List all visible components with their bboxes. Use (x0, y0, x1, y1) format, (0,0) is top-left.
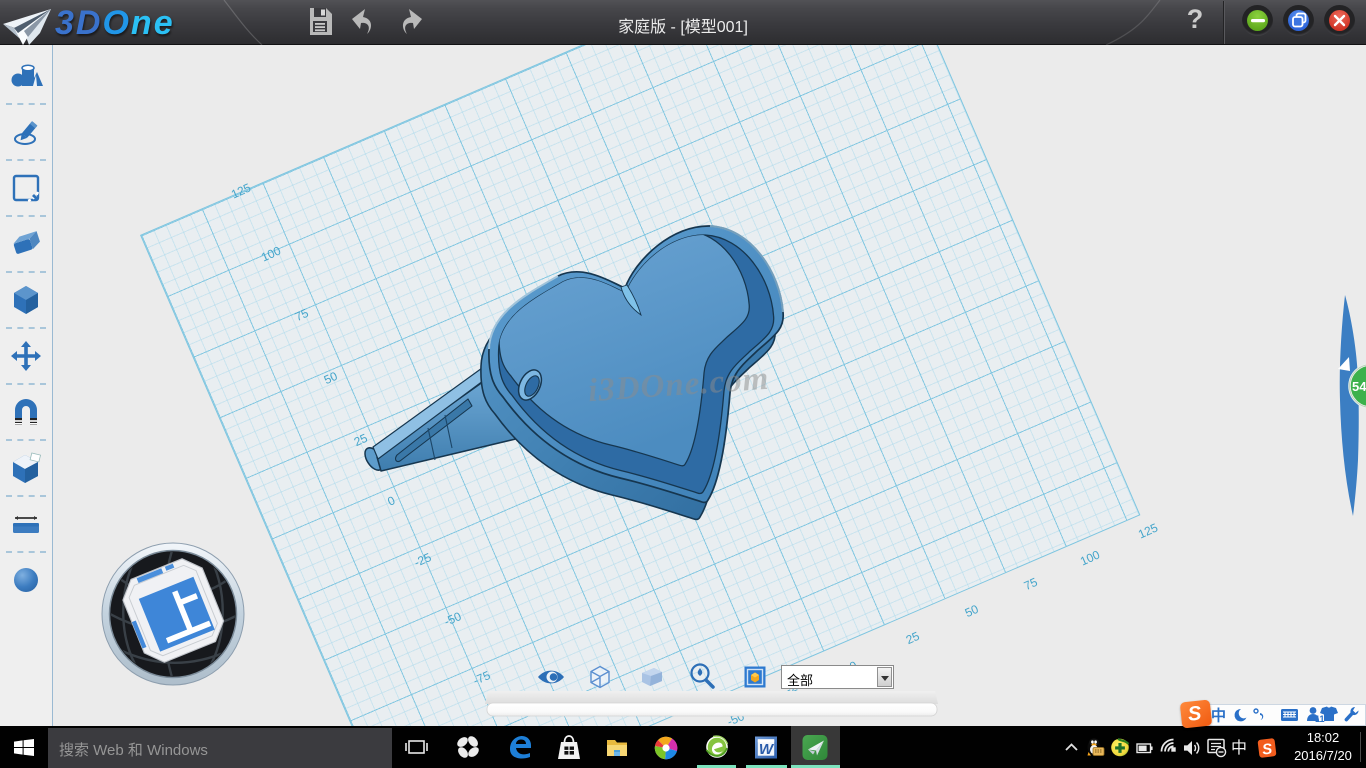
svg-text:W: W (759, 741, 775, 758)
svg-text:S: S (1261, 740, 1273, 758)
svg-text:中: 中 (1231, 739, 1247, 757)
svg-text:11: 11 (1315, 714, 1325, 724)
svg-text:中: 中 (1211, 707, 1226, 725)
svg-text:54: 54 (1352, 379, 1366, 394)
